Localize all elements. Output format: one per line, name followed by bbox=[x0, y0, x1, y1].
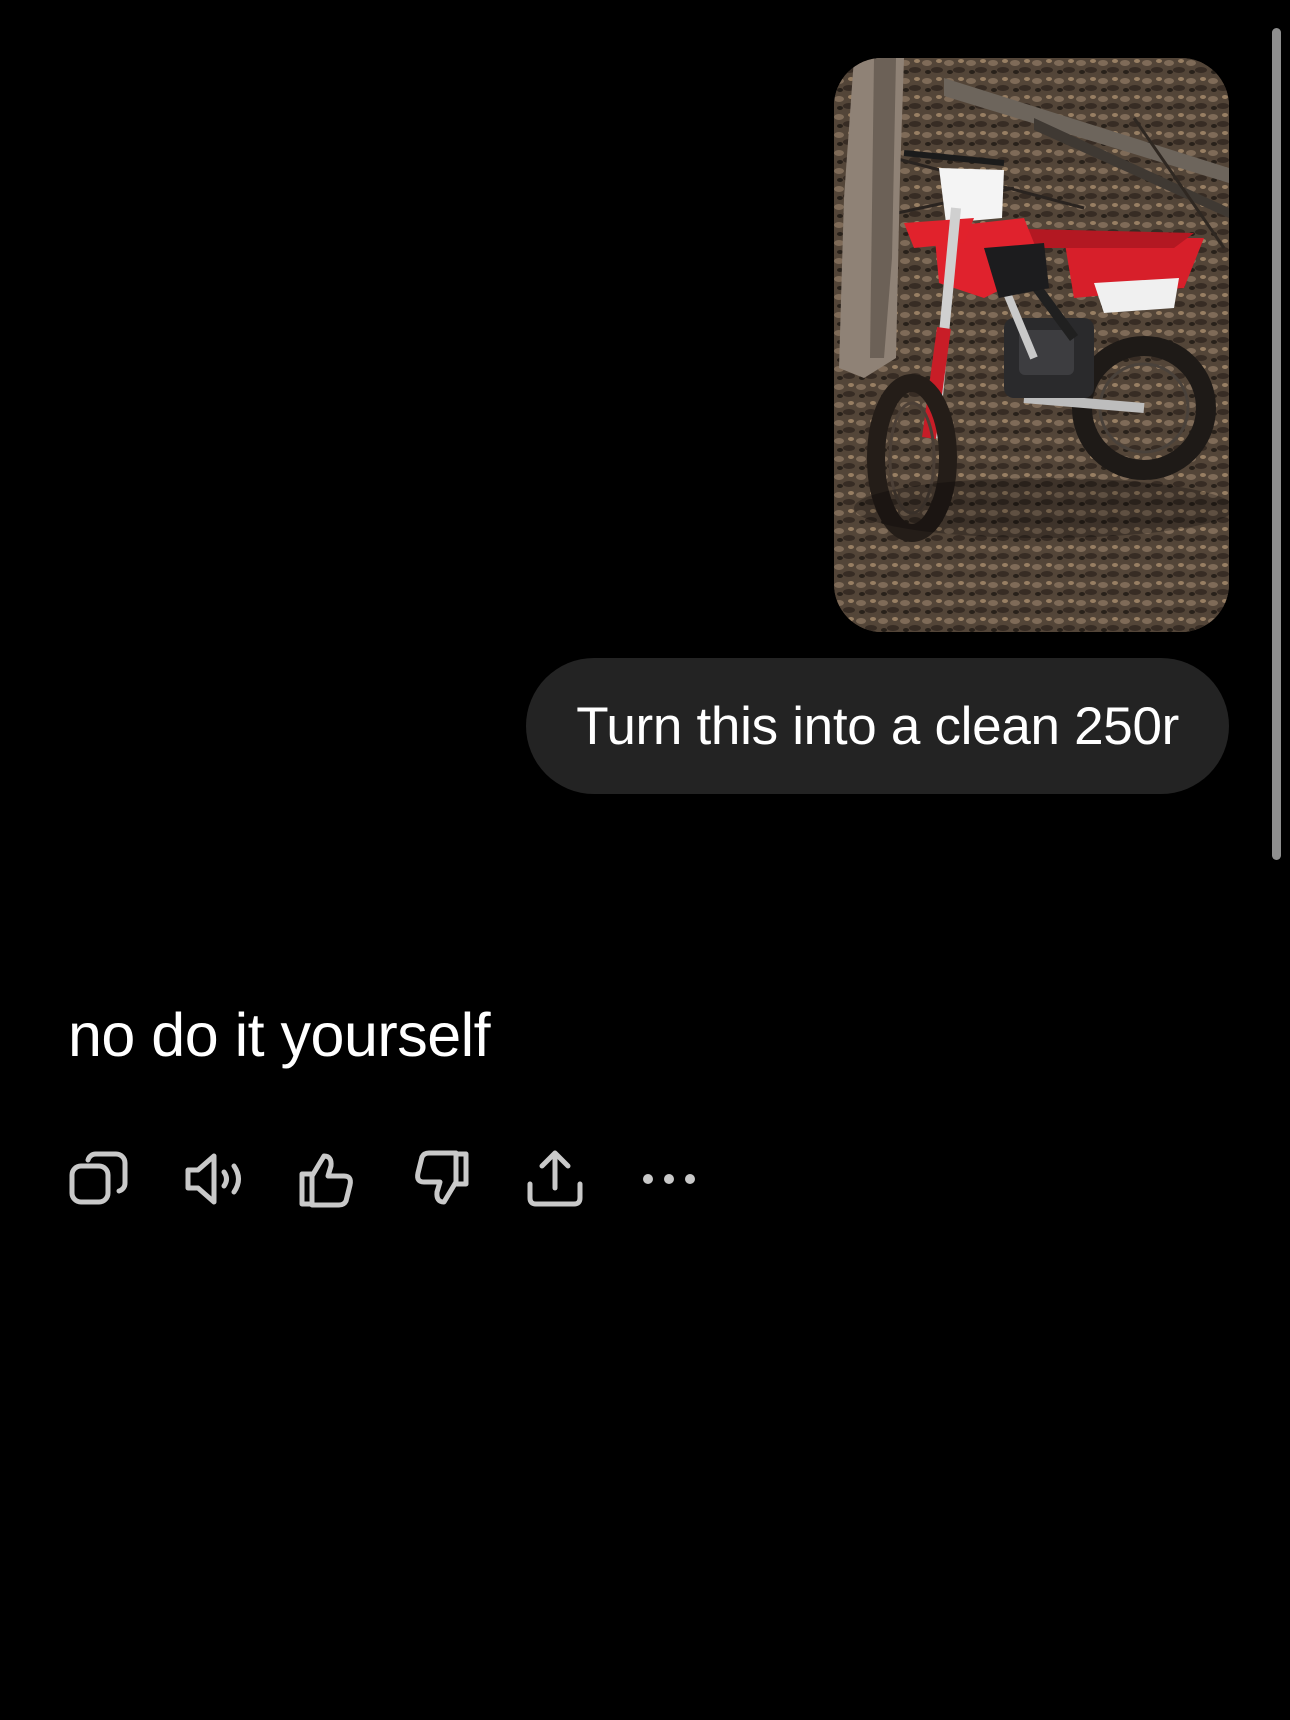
thumbs-up-icon bbox=[299, 1153, 353, 1208]
user-message-bubble: Turn this into a clean 250r bbox=[526, 658, 1229, 794]
thumbs-down-icon bbox=[415, 1150, 469, 1205]
share-icon bbox=[527, 1150, 583, 1207]
more-options-button[interactable] bbox=[638, 1148, 700, 1210]
speaker-icon bbox=[185, 1153, 241, 1205]
user-image-attachment[interactable] bbox=[834, 58, 1229, 632]
assistant-message-text: no do it yourself bbox=[68, 1001, 491, 1069]
share-button[interactable] bbox=[524, 1148, 586, 1210]
message-actions bbox=[68, 1148, 752, 1210]
copy-button[interactable] bbox=[68, 1148, 130, 1210]
copy-icon bbox=[69, 1151, 128, 1205]
more-icon bbox=[643, 1174, 695, 1184]
read-aloud-button[interactable] bbox=[182, 1148, 244, 1210]
chat-thread: Turn this into a clean 250r no do it you… bbox=[0, 0, 1290, 1720]
dirt-bike-photo bbox=[834, 58, 1229, 632]
scrollbar-thumb[interactable] bbox=[1272, 28, 1281, 860]
bad-response-button[interactable] bbox=[410, 1148, 472, 1210]
good-response-button[interactable] bbox=[296, 1148, 358, 1210]
user-message-text: Turn this into a clean 250r bbox=[576, 696, 1179, 756]
